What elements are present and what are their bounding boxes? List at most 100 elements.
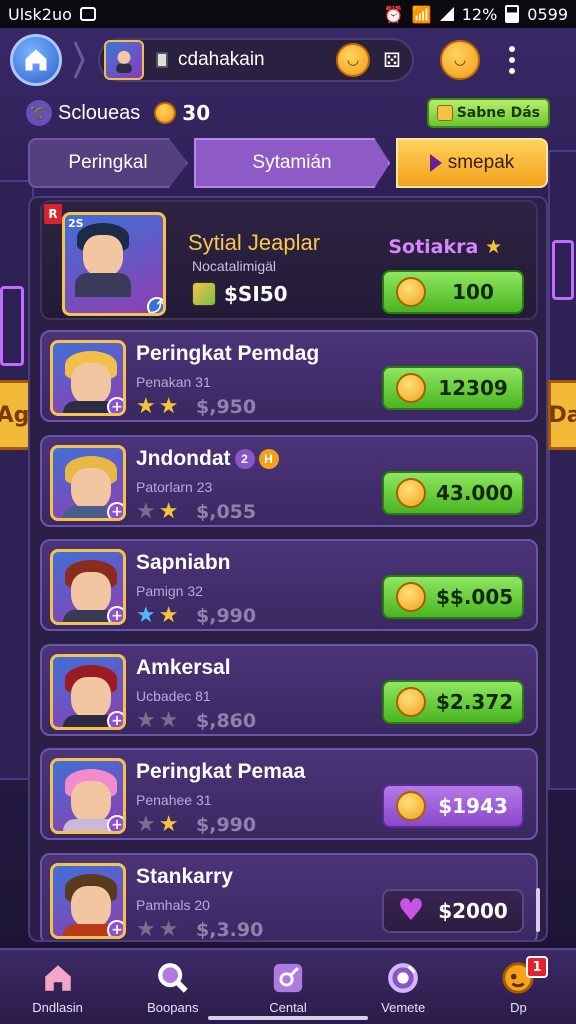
action-button[interactable]: 100 (382, 270, 524, 314)
add-icon[interactable]: + (107, 397, 123, 413)
star-icon: ★ (158, 394, 179, 419)
rank-flag-badge: R (44, 204, 62, 224)
tab-sytamian[interactable]: Sytamián (194, 138, 390, 188)
avatar[interactable]: + (50, 340, 126, 416)
home-indicator[interactable] (208, 1016, 368, 1020)
avatar-tag: 2S (68, 217, 84, 230)
battery-percent: 12% (461, 4, 498, 24)
action-button[interactable]: $2.372 (382, 679, 524, 724)
add-icon[interactable]: + (107, 606, 123, 622)
sabne-button-label: Sabne Dás (456, 105, 540, 121)
add-icon[interactable]: + (107, 919, 123, 936)
action-button[interactable]: $1943 (382, 784, 524, 828)
star-icon: ★ (136, 498, 156, 524)
status-bar: Ulsk2uo ⏰ 📶 12% 0599 (0, 0, 576, 28)
entry-name: Peringkat Pemaa (136, 760, 306, 783)
star-icon: ★ (158, 916, 179, 942)
tab-peringkal[interactable]: Peringkal (28, 138, 188, 188)
search-icon (155, 960, 191, 996)
dice-icon[interactable]: ⚄ (380, 48, 404, 72)
scrollbar[interactable] (536, 888, 540, 932)
rating-stars: ★ ★ (136, 394, 178, 419)
rating-stars: ★ ★ (136, 603, 178, 628)
coin-icon (396, 373, 426, 403)
star-icon: ★ (136, 707, 156, 733)
action-button[interactable]: 12309 (382, 366, 524, 410)
rating-stars: ★ ★ (136, 499, 178, 524)
avatar[interactable]: + (50, 862, 126, 939)
coin-icon (396, 477, 426, 508)
list-item[interactable]: + Peringkat Pemaa Penahee 31 ★ ★ $,990 $1… (40, 748, 538, 840)
list-item[interactable]: + Sapniabn Pamign 32 ★ ★ $,990 $$.005 (40, 539, 538, 631)
wifi-icon: 📶 (411, 4, 432, 24)
action-button[interactable]: 43.000 (382, 470, 524, 515)
add-icon[interactable]: + (107, 710, 123, 727)
entry-name: Sytial Jeaplar (188, 230, 321, 255)
entry-name: Peringkat Pemdag (136, 342, 320, 365)
entry-price: $,990 (196, 814, 257, 836)
star-icon: ★ (484, 236, 502, 258)
chevron-right-icon (68, 34, 90, 86)
list-item[interactable]: + Amkersal Ucbadec 81 ★ ★ $,860 $2.372 (40, 643, 538, 736)
smiley-face-icon[interactable]: ◡ (336, 43, 370, 77)
entry-price: $,990 (196, 605, 257, 627)
nav-item-vemete[interactable]: Vemete (346, 950, 461, 1024)
avatar[interactable]: 2S ⤴ (62, 212, 166, 316)
heart-icon: ♥ (397, 892, 425, 928)
emoji-button[interactable]: ◡ (440, 40, 480, 80)
cash-icon (192, 282, 216, 306)
rating-stars: ★ ★ (136, 916, 179, 942)
entry-name: Stankarry (136, 864, 233, 888)
avatar[interactable]: + (50, 758, 126, 834)
rating-stars: ★ ★ (136, 708, 178, 733)
avatar[interactable]: + (50, 444, 126, 521)
home-button[interactable] (10, 34, 62, 86)
list-item[interactable]: + Peringkat Pemdag Penakan 31 ★ ★ $,950 1… (40, 330, 538, 422)
tab-smepak[interactable]: smepak (396, 138, 548, 188)
document-icon (156, 52, 168, 68)
sabne-button[interactable]: Sabne Dás (426, 98, 550, 128)
action-button[interactable]: ♥ $2000 (382, 888, 524, 933)
weapon-badge-icon: ⤴ (147, 297, 163, 313)
nav-item-dp[interactable]: Dp 1 (461, 950, 576, 1024)
list-item[interactable]: + Stankarry Pamhals 20 ★ ★ $,3.90 ♥ $2000 (40, 852, 538, 942)
clock: 0599 (527, 4, 568, 24)
avatar[interactable]: + (50, 549, 126, 625)
entry-subtitle: Ucbadec 81 (136, 687, 211, 704)
play-arrow-icon (429, 154, 442, 172)
score-value: 30 (182, 101, 211, 125)
rank-glyph-icon: ➰ (26, 100, 52, 126)
nav-item-dndlasin[interactable]: Dndlasin (0, 950, 115, 1024)
entry-subtitle: Nocatalimigäl (192, 258, 277, 274)
coin-icon (396, 686, 426, 717)
entry-name: Amkersal (136, 655, 231, 679)
bottom-nav: Dndlasin Boopans Cental Vemete Dp 1 (0, 948, 576, 1024)
entry-name: Sapniabn (136, 551, 231, 574)
score-label: Scloueas (58, 101, 141, 124)
profile-avatar[interactable] (104, 40, 144, 80)
entry-price: $,860 (196, 709, 257, 732)
target-icon (385, 960, 421, 996)
screenshot-icon (79, 7, 96, 21)
action-button[interactable]: $$.005 (382, 575, 524, 619)
add-icon[interactable]: + (107, 815, 123, 831)
profile-name: cdahakain (178, 49, 265, 70)
nav-item-cental[interactable]: Cental (230, 950, 345, 1024)
avatar[interactable]: + (50, 653, 126, 730)
top-header: cdahakain ◡ ⚄ ◡ (10, 32, 566, 88)
list-item[interactable]: + Jndondat 2 H Patorlarn 23 ★ ★ $,055 43.00… (40, 434, 538, 527)
ticket-icon (436, 105, 453, 121)
entry-subtitle: Pamhals 20 (136, 896, 210, 913)
name-badge: H (258, 448, 279, 469)
nav-item-boopans[interactable]: Boopans (115, 950, 230, 1024)
add-icon[interactable]: + (107, 501, 123, 518)
more-menu-icon[interactable] (502, 40, 522, 80)
alarm-icon: ⏰ (383, 4, 404, 24)
entry-subtitle: Penahee 31 (136, 792, 212, 808)
entry-price: $,950 (196, 396, 257, 418)
profile-pill[interactable]: cdahakain ◡ ⚄ (98, 38, 414, 82)
star-icon: ★ (136, 394, 156, 419)
leaderboard-list[interactable]: R 2S ⤴ Sytial Jeaplar Nocatalimigäl $SI5… (28, 196, 548, 942)
top-entry-card[interactable]: R 2S ⤴ Sytial Jeaplar Nocatalimigäl $SI5… (40, 200, 538, 320)
star-icon: ★ (158, 707, 179, 733)
